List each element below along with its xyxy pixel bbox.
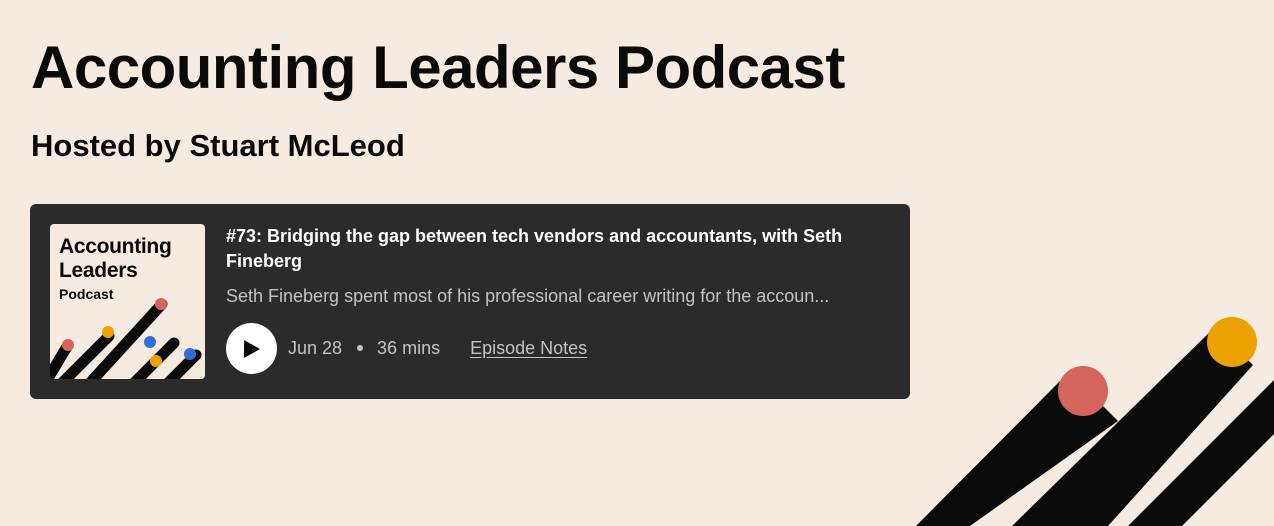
podcast-cover-art: Accounting Leaders Podcast <box>50 224 205 379</box>
page-title: Accounting Leaders Podcast <box>31 34 845 101</box>
episode-date: Jun 28 <box>288 337 343 358</box>
episode-card: Accounting Leaders Podcast #73: Bridging… <box>30 204 910 399</box>
episode-description: Seth Fineberg spent most of his professi… <box>226 286 830 306</box>
play-button[interactable] <box>226 323 277 374</box>
episode-notes-link[interactable]: Episode Notes <box>470 338 587 359</box>
play-icon <box>244 340 260 358</box>
cover-title: Accounting Leaders <box>59 235 172 282</box>
host-subtitle: Hosted by Stuart McLeod <box>31 128 405 163</box>
separator-dot <box>357 345 364 351</box>
cover-subtitle: Podcast <box>59 286 114 302</box>
decorative-stripes-graphic <box>916 317 1274 526</box>
episode-title[interactable]: #73: Bridging the gap between tech vendo… <box>226 224 886 274</box>
episode-duration: 36 mins <box>377 337 441 358</box>
episode-meta: Jun 28 36 mins Episode Notes <box>288 335 587 361</box>
